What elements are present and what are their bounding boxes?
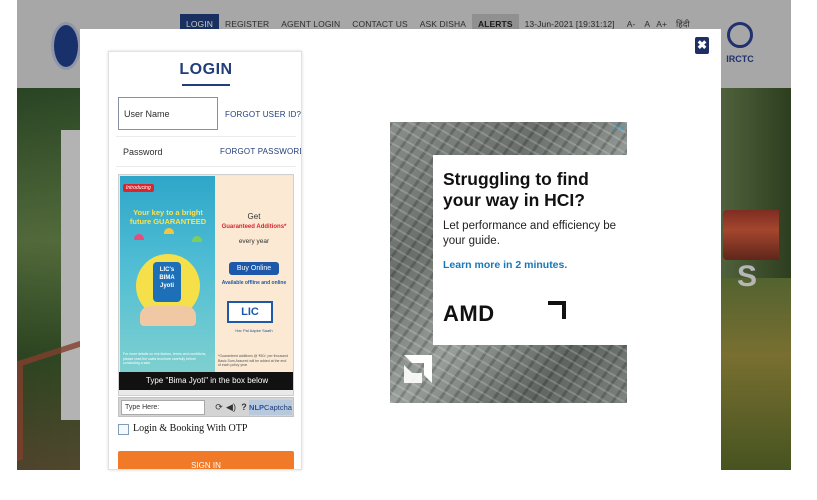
ad-every-year: every year (238, 238, 270, 245)
amd-learn-more-link[interactable]: Learn more in 2 minutes. (443, 259, 567, 271)
screenshot-stage: LOGIN REGISTER AGENT LOGIN CONTACT US AS… (0, 0, 817, 500)
captcha-instruction: Type "Bima Jyoti" in the box below (119, 372, 293, 390)
ad-tagline: Your key to a bright future GUARANTEED (129, 208, 207, 226)
ad-guaranteed-additions: Guaranteed Additions* (221, 224, 287, 230)
amd-logo: AMD (443, 301, 495, 326)
amd-arrow-icon (548, 301, 566, 319)
close-icon: ✖ (696, 38, 708, 52)
login-title: LOGIN (179, 61, 233, 78)
captcha-ad-image: Introducing Your key to a bright future … (118, 174, 294, 396)
forgot-password-link[interactable]: FORGOT PASSWORD? (220, 147, 301, 156)
divider (116, 136, 296, 137)
login-title-underline (182, 84, 230, 86)
captcha-ad-right-panel: Get Guaranteed Additions* every year Buy… (215, 176, 293, 372)
ad-availability: Available offline and online (221, 280, 287, 286)
sign-in-button[interactable]: SIGN IN (118, 451, 294, 469)
amd-ad-card: Struggling to find your way in HCI? Let … (433, 155, 627, 345)
lic-slogan: Har Pal Aapke Saath (235, 328, 273, 333)
hands-image (140, 306, 196, 326)
umbrella-icon (134, 234, 144, 240)
refresh-icon[interactable]: ⟳ (213, 400, 225, 415)
login-panel: LOGIN FORGOT USER ID? FORGOT PASSWORD? I… (108, 51, 302, 470)
amd-body-text: Let performance and efficiency be your g… (443, 220, 617, 247)
umbrella-icon (192, 236, 202, 242)
amd-symbol-icon (404, 355, 432, 383)
captcha-ad-left-panel: Introducing Your key to a bright future … (120, 176, 215, 372)
ad-get-text: Get (247, 212, 261, 221)
bima-jyoti-product: LIC's BIMA Jyoti (153, 262, 181, 302)
divider (116, 166, 296, 167)
adchoices-icon[interactable]: ⓘ✕ (611, 124, 626, 134)
captcha-input[interactable] (121, 400, 205, 415)
otp-label: Login & Booking With OTP (133, 423, 248, 434)
speaker-icon[interactable]: ◀) (225, 400, 237, 415)
otp-checkbox[interactable] (118, 424, 129, 435)
ad-badge: Introducing (123, 184, 154, 192)
amd-headline: Struggling to find your way in HCI? (443, 169, 589, 210)
username-input[interactable] (118, 97, 218, 130)
close-button[interactable]: ✖ (695, 37, 709, 54)
ad-right-fine-print: *Guaranteed additions @ ₹50/- per thousa… (218, 354, 288, 367)
nlp-brand-suffix: Captcha (264, 403, 292, 412)
amd-advertisement[interactable]: Struggling to find your way in HCI? Let … (390, 122, 627, 403)
nlp-brand-prefix: NLP (249, 403, 265, 412)
lic-logo: LIC (227, 301, 273, 323)
ad-buy-online-button: Buy Online (229, 262, 279, 275)
nlpcaptcha-brand[interactable]: NLPCaptcha (249, 400, 292, 415)
captcha-controls: ⟳ ◀) ? NLPCaptcha (118, 397, 294, 417)
forgot-user-id-link[interactable]: FORGOT USER ID? (225, 110, 301, 119)
ad-fine-print: For more details on risk factors, terms … (123, 352, 207, 365)
password-input[interactable] (118, 140, 218, 164)
umbrella-icon (164, 228, 174, 234)
